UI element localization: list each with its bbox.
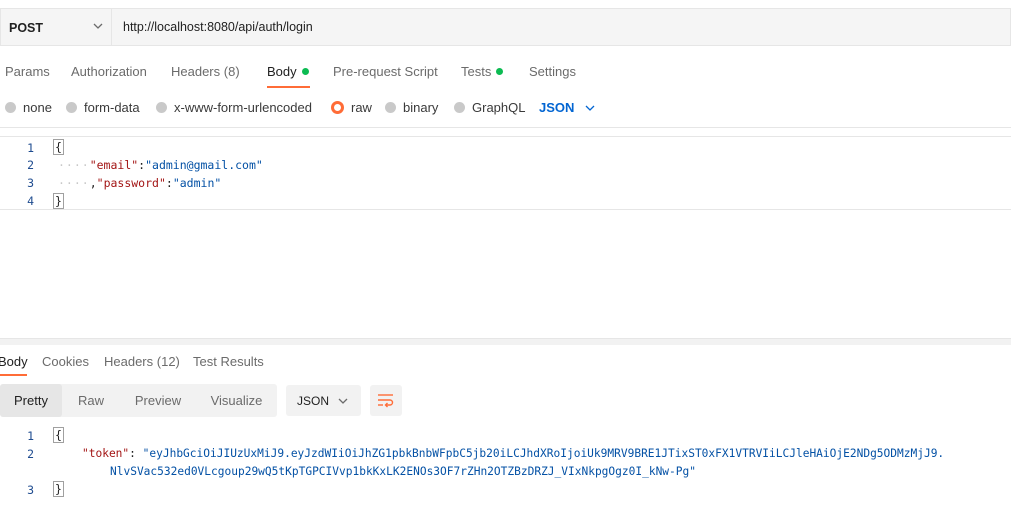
json-value-continued: NlvSVac532ed0VLcgoup29wQ5tKpTGPCIVvp1bkK… xyxy=(110,465,696,478)
url-input[interactable]: http://localhost:8080/api/auth/login xyxy=(112,8,1011,46)
json-value: "eyJhbGciOiJIUzUxMiJ9.eyJzdWIiOiJhZG1pbk… xyxy=(142,447,945,460)
response-headers-count: (12) xyxy=(156,354,180,369)
tab-test-results[interactable]: Test Results xyxy=(193,354,264,369)
tab-headers[interactable]: Headers (8) xyxy=(171,64,240,79)
method-select[interactable]: POST xyxy=(0,8,112,46)
pane-resizer[interactable] xyxy=(0,338,1011,345)
close-brace: } xyxy=(53,481,64,497)
view-visualize[interactable]: Visualize xyxy=(196,384,277,417)
json-key: "password" xyxy=(96,176,166,190)
radio-icon xyxy=(385,102,396,113)
code-line: "token": "eyJhbGciOiJIUzUxMiJ9.eyJzdWIiO… xyxy=(82,447,945,460)
format-select[interactable]: JSON xyxy=(539,100,596,115)
line-number: 3 xyxy=(27,483,34,497)
tab-pre-request-script[interactable]: Pre-request Script xyxy=(333,64,438,79)
json-key: "token" xyxy=(82,447,130,460)
active-tab-indicator xyxy=(267,86,310,88)
chevron-down-icon xyxy=(585,105,595,111)
code-line: ····,"password":"admin" xyxy=(58,176,222,190)
view-pretty[interactable]: Pretty xyxy=(0,384,62,417)
chevron-down-icon xyxy=(338,398,348,404)
line-number: 1 xyxy=(27,429,34,443)
active-tab-indicator xyxy=(0,374,27,376)
radio-icon xyxy=(156,102,167,113)
code-line: { xyxy=(53,139,64,155)
code-line: } xyxy=(53,193,64,209)
line-number: 3 xyxy=(27,176,34,190)
wrap-lines-button[interactable] xyxy=(370,385,402,416)
json-value: "admin@gmail.com" xyxy=(145,158,263,172)
code-line: } xyxy=(53,481,64,497)
request-url-bar: POST http://localhost:8080/api/auth/logi… xyxy=(0,8,1011,46)
line-number: 2 xyxy=(27,158,34,172)
tab-response-headers[interactable]: Headers (12) xyxy=(104,354,180,369)
tab-cookies[interactable]: Cookies xyxy=(42,354,89,369)
request-body-editor[interactable]: 1 2 3 4 { ····"email":"admin@gmail.com" … xyxy=(0,136,1011,210)
tab-authorization[interactable]: Authorization xyxy=(71,64,147,79)
status-dot-icon xyxy=(301,68,309,76)
json-value: "admin" xyxy=(172,176,222,190)
open-brace: { xyxy=(53,427,64,443)
close-brace: } xyxy=(53,193,64,209)
code-line: { xyxy=(53,427,64,443)
radio-icon xyxy=(66,102,77,113)
tab-params[interactable]: Params xyxy=(5,64,50,79)
radio-form-data[interactable]: form-data xyxy=(66,100,140,115)
tab-response-body[interactable]: Body xyxy=(0,354,28,369)
json-key: "email" xyxy=(89,158,139,172)
view-preview[interactable]: Preview xyxy=(120,384,196,417)
radio-binary[interactable]: binary xyxy=(385,100,438,115)
view-mode-group: Pretty Raw Preview Visualize xyxy=(0,384,277,417)
radio-graphql[interactable]: GraphQL xyxy=(454,100,525,115)
radio-icon xyxy=(5,102,16,113)
headers-count: (8) xyxy=(223,64,240,79)
divider xyxy=(0,127,1011,128)
line-number: 4 xyxy=(27,194,34,208)
response-format-select[interactable]: JSON xyxy=(286,385,361,416)
response-body-viewer[interactable]: 1 2 3 { "token": "eyJhbGciOiJIUzUxMiJ9.e… xyxy=(0,426,1011,505)
line-number: 2 xyxy=(27,447,34,461)
code-line: ····"email":"admin@gmail.com" xyxy=(58,158,263,172)
line-number: 1 xyxy=(27,141,34,155)
radio-icon xyxy=(454,102,465,113)
tab-tests[interactable]: Tests xyxy=(461,64,504,79)
status-dot-icon xyxy=(496,68,504,76)
open-brace: { xyxy=(53,139,64,155)
url-text: http://localhost:8080/api/auth/login xyxy=(123,20,313,34)
wrap-lines-icon xyxy=(378,394,394,408)
tab-body[interactable]: Body xyxy=(267,64,309,79)
radio-none[interactable]: none xyxy=(5,100,52,115)
radio-raw[interactable]: raw xyxy=(331,100,372,115)
view-raw[interactable]: Raw xyxy=(62,384,120,417)
method-label: POST xyxy=(9,21,44,35)
radio-selected-icon xyxy=(331,101,344,114)
chevron-down-icon xyxy=(93,23,103,29)
code-line: NlvSVac532ed0VLcgoup29wQ5tKpTGPCIVvp1bkK… xyxy=(110,465,696,478)
tab-settings[interactable]: Settings xyxy=(529,64,576,79)
response-format-label: JSON xyxy=(297,394,330,408)
radio-x-www-form-urlencoded[interactable]: x-www-form-urlencoded xyxy=(156,100,312,115)
